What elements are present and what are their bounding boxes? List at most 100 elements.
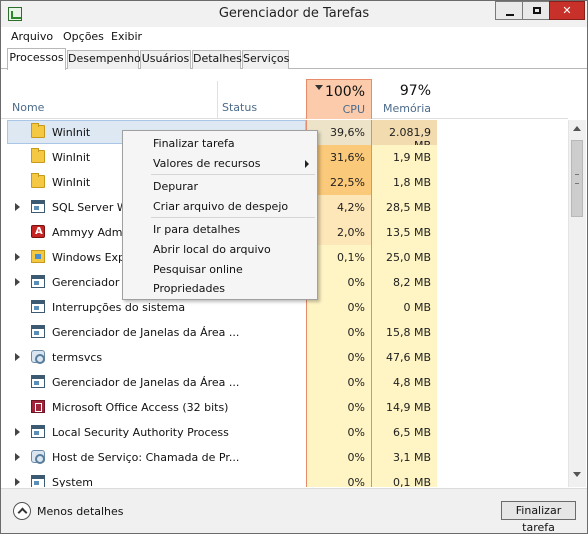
column-name[interactable]: Nome bbox=[12, 101, 44, 114]
cpu-total: 100% bbox=[324, 84, 365, 100]
expand-arrow-icon[interactable] bbox=[15, 428, 20, 436]
menu-item-open-file-location[interactable]: Abrir local do arquivo bbox=[153, 243, 271, 256]
fewer-details-icon[interactable] bbox=[13, 502, 31, 520]
fewer-details-link[interactable]: Menos detalhes bbox=[37, 505, 124, 518]
menu-item-create-dump[interactable]: Criar arquivo de despejo bbox=[153, 200, 288, 213]
task-manager-window: Gerenciador de Tarefas ✕ Arquivo Opções … bbox=[0, 0, 588, 534]
scroll-thumb[interactable] bbox=[571, 140, 583, 217]
process-memory: 2.081,9 MB bbox=[372, 120, 437, 152]
tab-usuarios[interactable]: Usuários bbox=[140, 50, 191, 69]
process-name: WinInit bbox=[52, 176, 91, 189]
process-name: Host de Serviço: Chamada de Pr... bbox=[52, 451, 240, 464]
folder-icon bbox=[31, 148, 45, 163]
close-button[interactable]: ✕ bbox=[549, 1, 585, 20]
process-cpu: 0% bbox=[306, 420, 372, 445]
menu-opcoes[interactable]: Opções bbox=[63, 30, 104, 43]
window-icon bbox=[31, 200, 45, 213]
context-menu: Finalizar tarefa Valores de recursos Dep… bbox=[122, 130, 318, 300]
column-memory[interactable]: 97% Memória bbox=[373, 79, 437, 119]
tab-servicos[interactable]: Serviços bbox=[242, 50, 289, 69]
menu-exibir[interactable]: Exibir bbox=[111, 30, 142, 43]
process-name: Gerenciador de Janelas da Área ... bbox=[52, 376, 240, 389]
access-icon bbox=[31, 400, 45, 413]
process-memory: 0,1 MB bbox=[372, 470, 437, 487]
memory-total: 97% bbox=[399, 83, 431, 99]
process-memory: 0 MB bbox=[372, 295, 437, 320]
process-memory: 47,6 MB bbox=[372, 345, 437, 370]
process-name: Interrupções do sistema bbox=[52, 301, 186, 314]
sort-descending-icon bbox=[315, 85, 323, 90]
menu-item-properties[interactable]: Propriedades bbox=[153, 282, 225, 295]
process-name: Ammyy Admin bbox=[52, 226, 133, 239]
process-row[interactable]: Gerenciador de Janelas da Área ... 0% 4,8 … bbox=[1, 370, 568, 395]
title-bar[interactable]: Gerenciador de Tarefas ✕ bbox=[1, 1, 587, 27]
menu-separator bbox=[151, 174, 315, 175]
process-memory: 6,5 MB bbox=[372, 420, 437, 445]
expand-arrow-icon[interactable] bbox=[15, 478, 20, 486]
process-cpu: 0% bbox=[306, 370, 372, 395]
expand-arrow-icon[interactable] bbox=[15, 203, 20, 211]
menu-bar: Arquivo Opções Exibir bbox=[1, 27, 587, 47]
window-icon bbox=[31, 300, 45, 313]
process-row[interactable]: Microsoft Office Access (32 bits) 0% 14,9 … bbox=[1, 395, 568, 420]
process-row[interactable]: termsvcs 0% 47,6 MB bbox=[1, 345, 568, 370]
menu-item-resource-values[interactable]: Valores de recursos bbox=[153, 157, 261, 170]
process-memory: 13,5 MB bbox=[372, 220, 437, 245]
expand-arrow-icon[interactable] bbox=[15, 353, 20, 361]
close-icon: ✕ bbox=[562, 4, 572, 17]
maximize-button[interactable] bbox=[522, 1, 550, 20]
window-icon bbox=[31, 475, 45, 487]
window-icon bbox=[31, 325, 45, 338]
tab-detalhes[interactable]: Detalhes bbox=[192, 50, 242, 69]
column-divider[interactable] bbox=[217, 81, 218, 118]
process-memory: 15,8 MB bbox=[372, 320, 437, 345]
process-cpu: 0% bbox=[306, 320, 372, 345]
explorer-icon bbox=[31, 250, 45, 263]
window-icon bbox=[31, 375, 45, 388]
process-name: WinInit bbox=[52, 126, 91, 139]
process-name: termsvcs bbox=[52, 351, 103, 364]
process-row[interactable]: Gerenciador de Janelas da Área ... 0% 15,8… bbox=[1, 320, 568, 345]
vertical-scrollbar[interactable] bbox=[568, 120, 586, 487]
process-row[interactable]: Host de Serviço: Chamada de Pr... 0% 3,1 M… bbox=[1, 445, 568, 470]
scroll-down-icon[interactable] bbox=[573, 472, 581, 477]
process-cpu: 0% bbox=[306, 395, 372, 420]
process-row[interactable]: System 0% 0,1 MB bbox=[1, 470, 568, 487]
gear-icon bbox=[31, 450, 45, 464]
process-memory: 4,8 MB bbox=[372, 370, 437, 395]
process-name: Local Security Authority Process bbox=[52, 426, 229, 439]
cpu-label: CPU bbox=[342, 103, 365, 116]
ammyy-icon bbox=[31, 225, 45, 238]
footer: Menos detalhes Finalizar tarefa bbox=[1, 488, 587, 534]
end-task-button[interactable]: Finalizar tarefa bbox=[501, 501, 576, 534]
column-status[interactable]: Status bbox=[222, 101, 257, 114]
process-name: Gerenciador de Janelas da Área ... bbox=[52, 326, 240, 339]
process-memory: 1,9 MB bbox=[372, 145, 437, 170]
memory-label: Memória bbox=[382, 102, 431, 115]
menu-item-search-online[interactable]: Pesquisar online bbox=[153, 263, 243, 276]
process-row[interactable]: Local Security Authority Process 0% 6,5 MB bbox=[1, 420, 568, 445]
tab-strip: Processos Desempenho Usuários Detalhes S… bbox=[1, 48, 587, 70]
process-memory: 1,8 MB bbox=[372, 170, 437, 195]
expand-arrow-icon[interactable] bbox=[15, 278, 20, 286]
menu-item-end-task[interactable]: Finalizar tarefa bbox=[153, 137, 235, 150]
scroll-up-icon[interactable] bbox=[573, 126, 581, 131]
maximize-icon bbox=[532, 7, 541, 14]
folder-icon bbox=[31, 173, 45, 188]
menu-item-go-to-details[interactable]: Ir para detalhes bbox=[153, 223, 240, 236]
expand-arrow-icon[interactable] bbox=[15, 453, 20, 461]
process-cpu: 0% bbox=[306, 445, 372, 470]
minimize-button[interactable] bbox=[495, 1, 523, 20]
submenu-arrow-icon bbox=[305, 160, 309, 168]
process-list-header: Nome Status 100% CPU 97% Memória bbox=[1, 79, 568, 119]
menu-separator bbox=[151, 217, 315, 218]
process-memory: 28,5 MB bbox=[372, 195, 437, 220]
tab-processos[interactable]: Processos bbox=[7, 48, 66, 70]
column-cpu[interactable]: 100% CPU bbox=[306, 79, 372, 119]
window-icon bbox=[31, 275, 45, 288]
process-name: System bbox=[52, 476, 94, 487]
menu-item-debug[interactable]: Depurar bbox=[153, 180, 198, 193]
expand-arrow-icon[interactable] bbox=[15, 253, 20, 261]
menu-arquivo[interactable]: Arquivo bbox=[11, 30, 53, 43]
tab-desempenho[interactable]: Desempenho bbox=[67, 50, 141, 69]
